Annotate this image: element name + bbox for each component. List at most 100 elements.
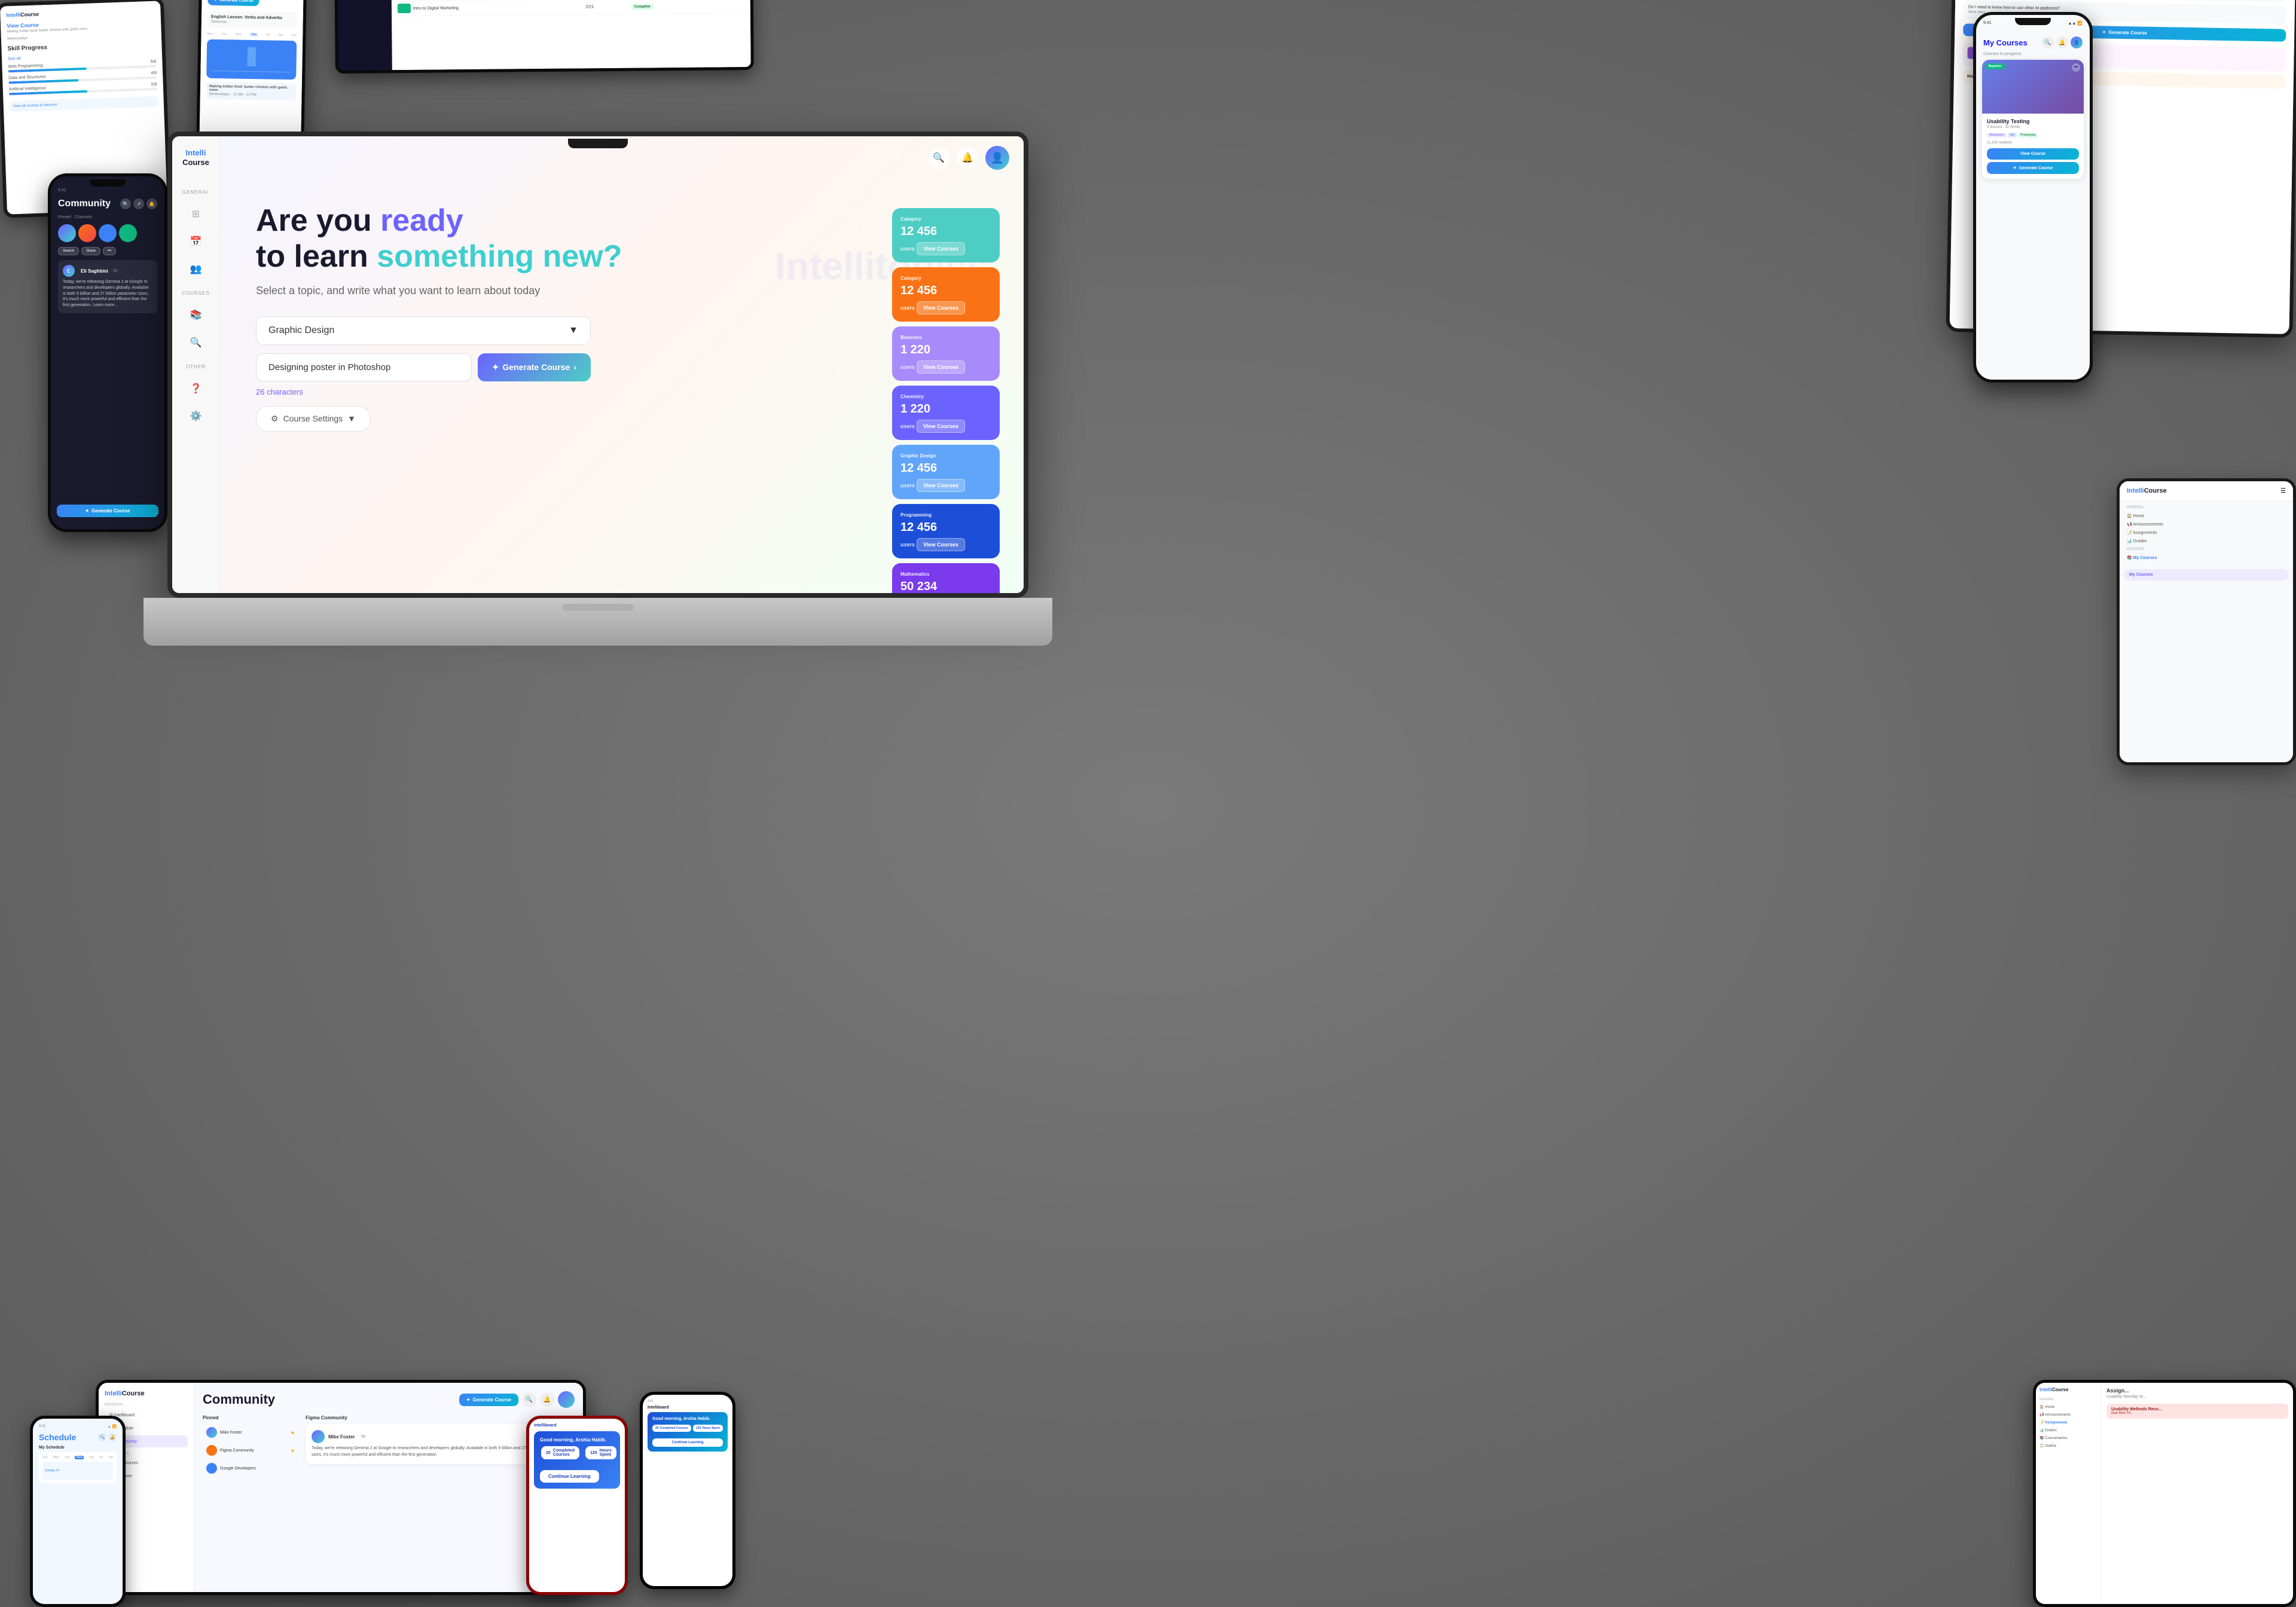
generate-course-btn-card[interactable]: ✦ Generate Course [1987,162,2079,174]
topic-count-4: 12 456 [900,462,991,475]
panel-mycourses-far-right: IntelliCourse ☰ GENERAL 🏠 Home 📢 Announc… [2117,478,2296,765]
channel-avatars-row [58,224,157,242]
tablet-courses-table: GENERAL ⚙ Support ⚙ Settings Course Name… [334,0,754,74]
avatar-community-main[interactable] [558,1391,575,1408]
schedule-bell-icon[interactable]: 🔔 [108,1433,117,1441]
bell-btn-header[interactable]: 🔔 [957,147,978,169]
far-nav-mycourses[interactable]: 📚 My Courses [2127,554,2286,562]
hamburger-icon[interactable]: ☰ [2280,488,2286,494]
community-header-icons: 🔍 ↗ 🔔 [120,198,157,209]
topic-units-3: users [900,423,915,429]
topic-view-btn-0[interactable]: View Courses [917,242,965,255]
channel-google-name: Google Developers [220,1467,256,1471]
garlic-noon-days: Wednesdays · 11 AM - 12 PM [209,93,293,97]
assignment-item-1[interactable]: Usability Methods Reco... Due Mon #1 [2106,1404,2288,1419]
sidebar-discover-icon[interactable]: 🔍 [185,332,207,353]
in-progress-label: Courses In-progress [1981,52,2085,60]
avatar-header[interactable]: 👤 [985,146,1009,170]
see-all-link[interactable]: See all [8,57,21,62]
course-thumb-3 [398,4,411,13]
schedule-search-icon[interactable]: 🔍 [98,1433,106,1441]
completed-num: 20 [655,1426,659,1430]
channel-figma[interactable]: Figma Community ★ [203,1442,298,1459]
share-btn[interactable]: Share [81,247,100,255]
cal-mon: Mon [207,32,213,36]
course-row-3[interactable]: Intro to Digital Marketing 2/21 Complete [398,0,744,16]
skill-data-label: Data and Structures [8,75,45,80]
topic-view-btn-1[interactable]: View Courses [917,301,965,314]
sidebar-mycourses-icon[interactable]: 📚 [185,304,207,326]
search-icon-mycourses[interactable]: 🔍 [2042,36,2054,48]
sidebar-schedule-icon[interactable]: 📅 [185,231,207,252]
topic-count-3: 1 220 [900,402,991,416]
settings-chevron: ▼ [347,414,356,423]
bell-icon-mycourses[interactable]: 🔔 [2056,36,2068,48]
search-icon-community-main[interactable]: 🔍 [522,1392,536,1407]
nav-grades[interactable]: 📊 Grades [2039,1426,2097,1434]
nav-announcements[interactable]: 📢 Announcements [2039,1411,2097,1419]
topic-card-2[interactable]: Business 1 220 users View Courses [892,326,1000,381]
far-nav-home[interactable]: 🏠 Home [2127,512,2286,520]
status-time-right: 9:41 [1983,21,1992,26]
topic-view-btn-5[interactable]: View Courses [917,538,965,551]
topic-card-3[interactable]: Chemistry 1 220 users View Courses [892,386,1000,440]
generate-btn-community[interactable]: ✦ Generate Course [57,505,158,517]
topic-card-5[interactable]: Programming 12 456 users View Courses [892,504,1000,558]
search-btn[interactable]: Search [58,247,79,255]
generate-course-btn-calendar[interactable]: ✦ Generate Course [207,0,259,6]
generate-course-btn-main[interactable]: ✦ Generate Course › [478,353,591,381]
channel-mike[interactable]: Mike Foster ★ [203,1424,298,1441]
sidebar-support-icon[interactable]: ❓ [185,378,207,399]
topic-count-2: 1 220 [900,343,991,357]
topic-dropdown[interactable]: Graphic Design ▼ [256,316,591,345]
bell-icon-community-main[interactable]: 🔔 [540,1392,554,1407]
topic-view-btn-2[interactable]: View Courses [917,360,965,374]
far-nav-assignments[interactable]: 📝 Assignments [2127,528,2286,537]
search-btn-header[interactable]: 🔍 [928,147,949,169]
view-all-courses-btn[interactable]: View all courses to discover [10,96,158,112]
sidebar-intelliboard-icon[interactable]: ⊞ [185,203,207,225]
view-course-btn-card[interactable]: View Course [1987,148,2079,160]
nav-coursenames[interactable]: 📚 Coursenames [2039,1434,2097,1442]
continue-learning-btn-small[interactable]: Continue Learning [652,1438,723,1447]
topic-card-6[interactable]: Mathematics 50 234 users [892,563,1000,593]
community-search-icon[interactable]: 🔍 [120,198,131,209]
skill-ai: Artificial Intelligence 5/6 [9,83,157,96]
card-action-1[interactable]: ••• [2072,63,2080,72]
avatar-mycourses[interactable]: 👤 [2071,36,2083,48]
students-count: 11,326 students [1987,141,2079,145]
course-name-3: Intro to Digital Marketing [413,6,459,11]
mycourses-far-nav: GENERAL 🏠 Home 📢 Announcements 📝 Assignm… [2120,501,2293,567]
app-sidebar: Intelli Course GENERAL ⊞ 📅 👥 COURSES 📚 🔍… [172,136,220,593]
topic-card-1[interactable]: Category 12 456 users View Courses [892,267,1000,322]
beginner-badge: Beginner [1986,63,2005,69]
generate-btn-community-main[interactable]: ✦ Generate Course [459,1394,518,1406]
tab-channels[interactable]: Channels [75,215,93,219]
channel-google[interactable]: Google Developers [203,1460,298,1477]
course-description-input[interactable] [256,353,472,381]
community-bell-icon[interactable]: 🔔 [146,198,157,209]
nav-home[interactable]: 🏠 Home [2039,1403,2097,1411]
community-share-icon[interactable]: ↗ [133,198,144,209]
sidebar-community-icon[interactable]: 👥 [185,258,207,280]
post-card-avatar [312,1430,325,1443]
continue-learning-btn[interactable]: Continue Learning [540,1470,599,1483]
far-nav-grades[interactable]: 📊 Grades [2127,537,2286,545]
my-courses-highlight[interactable]: My Courses [2124,569,2288,581]
topic-view-btn-3[interactable]: View Courses [917,420,965,433]
nav-assignments[interactable]: 📝 Assignments [2039,1419,2097,1426]
sidebar-section-courses: COURSES [182,291,210,296]
topic-card-4[interactable]: Graphic Design 12 456 users View Courses [892,445,1000,499]
completed-label: Completed Courses [553,1449,575,1457]
topic-view-btn-4[interactable]: View Courses [917,479,965,492]
topic-card-0[interactable]: Category 12 456 users View Courses [892,208,1000,262]
tab-pinned[interactable]: Pinned [58,215,71,219]
far-nav-announcements[interactable]: 📢 Announcements [2127,520,2286,528]
course-status-3: Complete [631,4,654,10]
sidebar-settings-icon[interactable]: ⚙️ [185,405,207,427]
nav-outline[interactable]: 📋 Outline [2039,1442,2097,1450]
more-btn[interactable]: ••• [103,247,116,255]
usability-card[interactable]: Beginner ••• Usability Testing 4 lessons… [1982,60,2084,179]
course-settings-btn[interactable]: ⚙ Course Settings ▼ [256,406,371,432]
hours-stat-small: 125 Hours Spent [693,1425,723,1432]
